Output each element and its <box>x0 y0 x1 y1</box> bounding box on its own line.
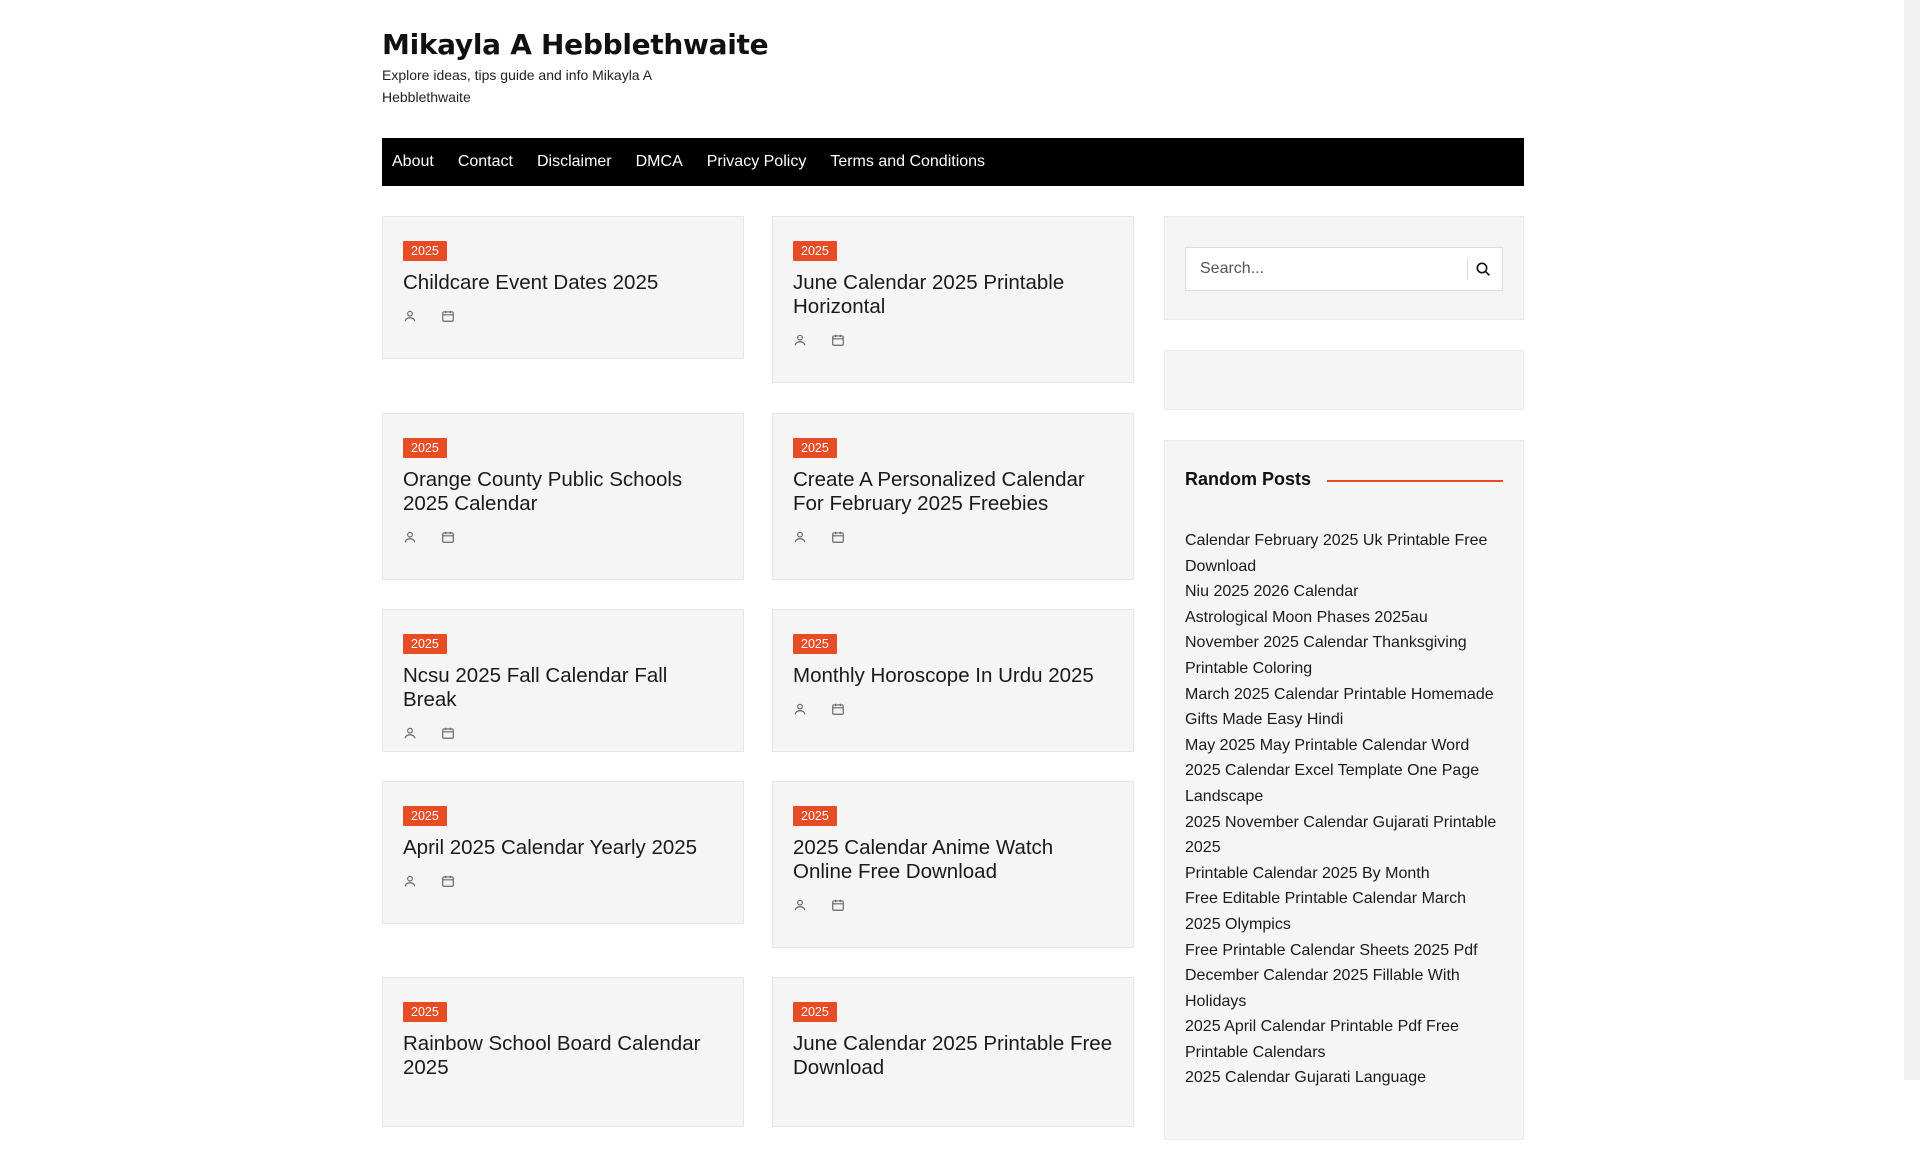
random-post-link[interactable]: Niu 2025 2026 Calendar <box>1185 579 1503 605</box>
post-meta <box>793 526 1113 548</box>
calendar-icon[interactable] <box>441 726 455 740</box>
calendar-icon[interactable] <box>831 898 845 912</box>
post-title[interactable]: Rainbow School Board Calendar 2025 <box>403 1032 723 1080</box>
search-input[interactable] <box>1186 248 1466 290</box>
post-title[interactable]: June Calendar 2025 Printable Free Downlo… <box>793 1032 1113 1080</box>
sidebar: Random Posts Calendar February 2025 Uk P… <box>1164 216 1524 1170</box>
random-posts-list: Calendar February 2025 Uk Printable Free… <box>1185 528 1503 1091</box>
nav-item-about[interactable]: About <box>382 138 446 186</box>
random-post-link[interactable]: Astrological Moon Phases 2025au <box>1185 605 1503 631</box>
widget-header: Random Posts <box>1185 469 1503 490</box>
post-meta <box>403 722 723 744</box>
random-post-link[interactable]: 2025 Calendar Gujarati Language <box>1185 1065 1503 1091</box>
category-badge[interactable]: 2025 <box>793 241 837 261</box>
site-description: Explore ideas, tips guide and info Mikay… <box>382 67 652 105</box>
random-post-link[interactable]: December Calendar 2025 Fillable With Hol… <box>1185 963 1503 1014</box>
category-badge[interactable]: 2025 <box>793 806 837 826</box>
user-icon[interactable] <box>793 898 807 912</box>
category-badge[interactable]: 2025 <box>793 634 837 654</box>
user-icon[interactable] <box>403 530 417 544</box>
calendar-icon[interactable] <box>831 530 845 544</box>
calendar-icon[interactable] <box>441 874 455 888</box>
post-card: 2025 Orange County Public Schools 2025 C… <box>382 413 744 580</box>
category-badge[interactable]: 2025 <box>403 806 447 826</box>
post-title[interactable]: Childcare Event Dates 2025 <box>403 271 723 295</box>
post-title[interactable]: 2025 Calendar Anime Watch Online Free Do… <box>793 836 1113 884</box>
search-widget <box>1164 216 1524 320</box>
calendar-icon[interactable] <box>441 309 455 323</box>
post-card: 2025 April 2025 Calendar Yearly 2025 <box>382 781 744 924</box>
random-post-link[interactable]: May 2025 May Printable Calendar Word <box>1185 733 1503 759</box>
post-meta <box>793 329 1113 351</box>
post-title[interactable]: June Calendar 2025 Printable Horizontal <box>793 271 1113 319</box>
post-title[interactable]: Orange County Public Schools 2025 Calend… <box>403 468 723 516</box>
nav-item-disclaimer[interactable]: Disclaimer <box>525 138 624 186</box>
post-meta <box>793 894 1113 916</box>
random-post-link[interactable]: Printable Calendar 2025 By Month <box>1185 861 1503 887</box>
post-card: 2025 Rainbow School Board Calendar 2025 <box>382 977 744 1127</box>
user-icon[interactable] <box>403 874 417 888</box>
user-icon[interactable] <box>793 530 807 544</box>
nav-item-terms[interactable]: Terms and Conditions <box>818 138 997 186</box>
post-meta <box>403 870 723 892</box>
scrollbar-thumb[interactable] <box>1907 0 1917 1080</box>
random-posts-widget: Random Posts Calendar February 2025 Uk P… <box>1164 440 1524 1140</box>
category-badge[interactable]: 2025 <box>403 634 447 654</box>
post-title[interactable]: Ncsu 2025 Fall Calendar Fall Break <box>403 664 723 712</box>
post-meta <box>793 698 1113 720</box>
calendar-icon[interactable] <box>831 333 845 347</box>
random-post-link[interactable]: Free Editable Printable Calendar March 2… <box>1185 886 1503 937</box>
nav-item-dmca[interactable]: DMCA <box>624 138 695 186</box>
category-badge[interactable]: 2025 <box>793 1002 837 1022</box>
search-button[interactable] <box>1464 248 1502 290</box>
post-meta <box>403 526 723 548</box>
post-card: 2025 Ncsu 2025 Fall Calendar Fall Break <box>382 609 744 752</box>
random-post-link[interactable]: November 2025 Calendar Thanksgiving Prin… <box>1185 630 1503 681</box>
random-post-link[interactable]: Free Printable Calendar Sheets 2025 Pdf <box>1185 938 1503 964</box>
empty-widget <box>1164 350 1524 410</box>
post-meta <box>403 305 723 327</box>
page-scrollbar[interactable] <box>1904 0 1920 1080</box>
random-post-link[interactable]: 2025 Calendar Excel Template One Page La… <box>1185 758 1503 809</box>
user-icon[interactable] <box>793 702 807 716</box>
random-post-link[interactable]: March 2025 Calendar Printable Homemade G… <box>1185 682 1503 733</box>
category-badge[interactable]: 2025 <box>793 438 837 458</box>
random-post-link[interactable]: 2025 April Calendar Printable Pdf Free P… <box>1185 1014 1503 1065</box>
search-icon <box>1476 262 1490 276</box>
post-card: 2025 Create A Personalized Calendar For … <box>772 413 1134 580</box>
nav-item-privacy-policy[interactable]: Privacy Policy <box>695 138 819 186</box>
calendar-icon[interactable] <box>831 702 845 716</box>
site-header: Mikayla A Hebblethwaite Explore ideas, t… <box>382 0 1524 138</box>
widget-title: Random Posts <box>1185 469 1312 489</box>
user-icon[interactable] <box>793 333 807 347</box>
site-title[interactable]: Mikayla A Hebblethwaite <box>382 28 769 61</box>
page-container: Mikayla A Hebblethwaite Explore ideas, t… <box>382 0 1524 1140</box>
nav-item-contact[interactable]: Contact <box>446 138 525 186</box>
category-badge[interactable]: 2025 <box>403 438 447 458</box>
random-post-link[interactable]: 2025 November Calendar Gujarati Printabl… <box>1185 810 1503 861</box>
post-title[interactable]: Create A Personalized Calendar For Febru… <box>793 468 1113 516</box>
post-title[interactable]: April 2025 Calendar Yearly 2025 <box>403 836 723 860</box>
post-card: 2025 Childcare Event Dates 2025 <box>382 216 744 359</box>
post-card: 2025 Monthly Horoscope In Urdu 2025 <box>772 609 1134 752</box>
title-underline <box>1327 480 1503 482</box>
main-navigation: About Contact Disclaimer DMCA Privacy Po… <box>382 138 1524 186</box>
post-card: 2025 June Calendar 2025 Printable Horizo… <box>772 216 1134 383</box>
user-icon[interactable] <box>403 309 417 323</box>
category-badge[interactable]: 2025 <box>403 241 447 261</box>
post-title[interactable]: Monthly Horoscope In Urdu 2025 <box>793 664 1113 688</box>
post-card: 2025 June Calendar 2025 Printable Free D… <box>772 977 1134 1127</box>
post-card: 2025 2025 Calendar Anime Watch Online Fr… <box>772 781 1134 948</box>
calendar-icon[interactable] <box>441 530 455 544</box>
search-form <box>1185 247 1503 291</box>
user-icon[interactable] <box>403 726 417 740</box>
category-badge[interactable]: 2025 <box>403 1002 447 1022</box>
random-post-link[interactable]: Calendar February 2025 Uk Printable Free… <box>1185 528 1503 579</box>
